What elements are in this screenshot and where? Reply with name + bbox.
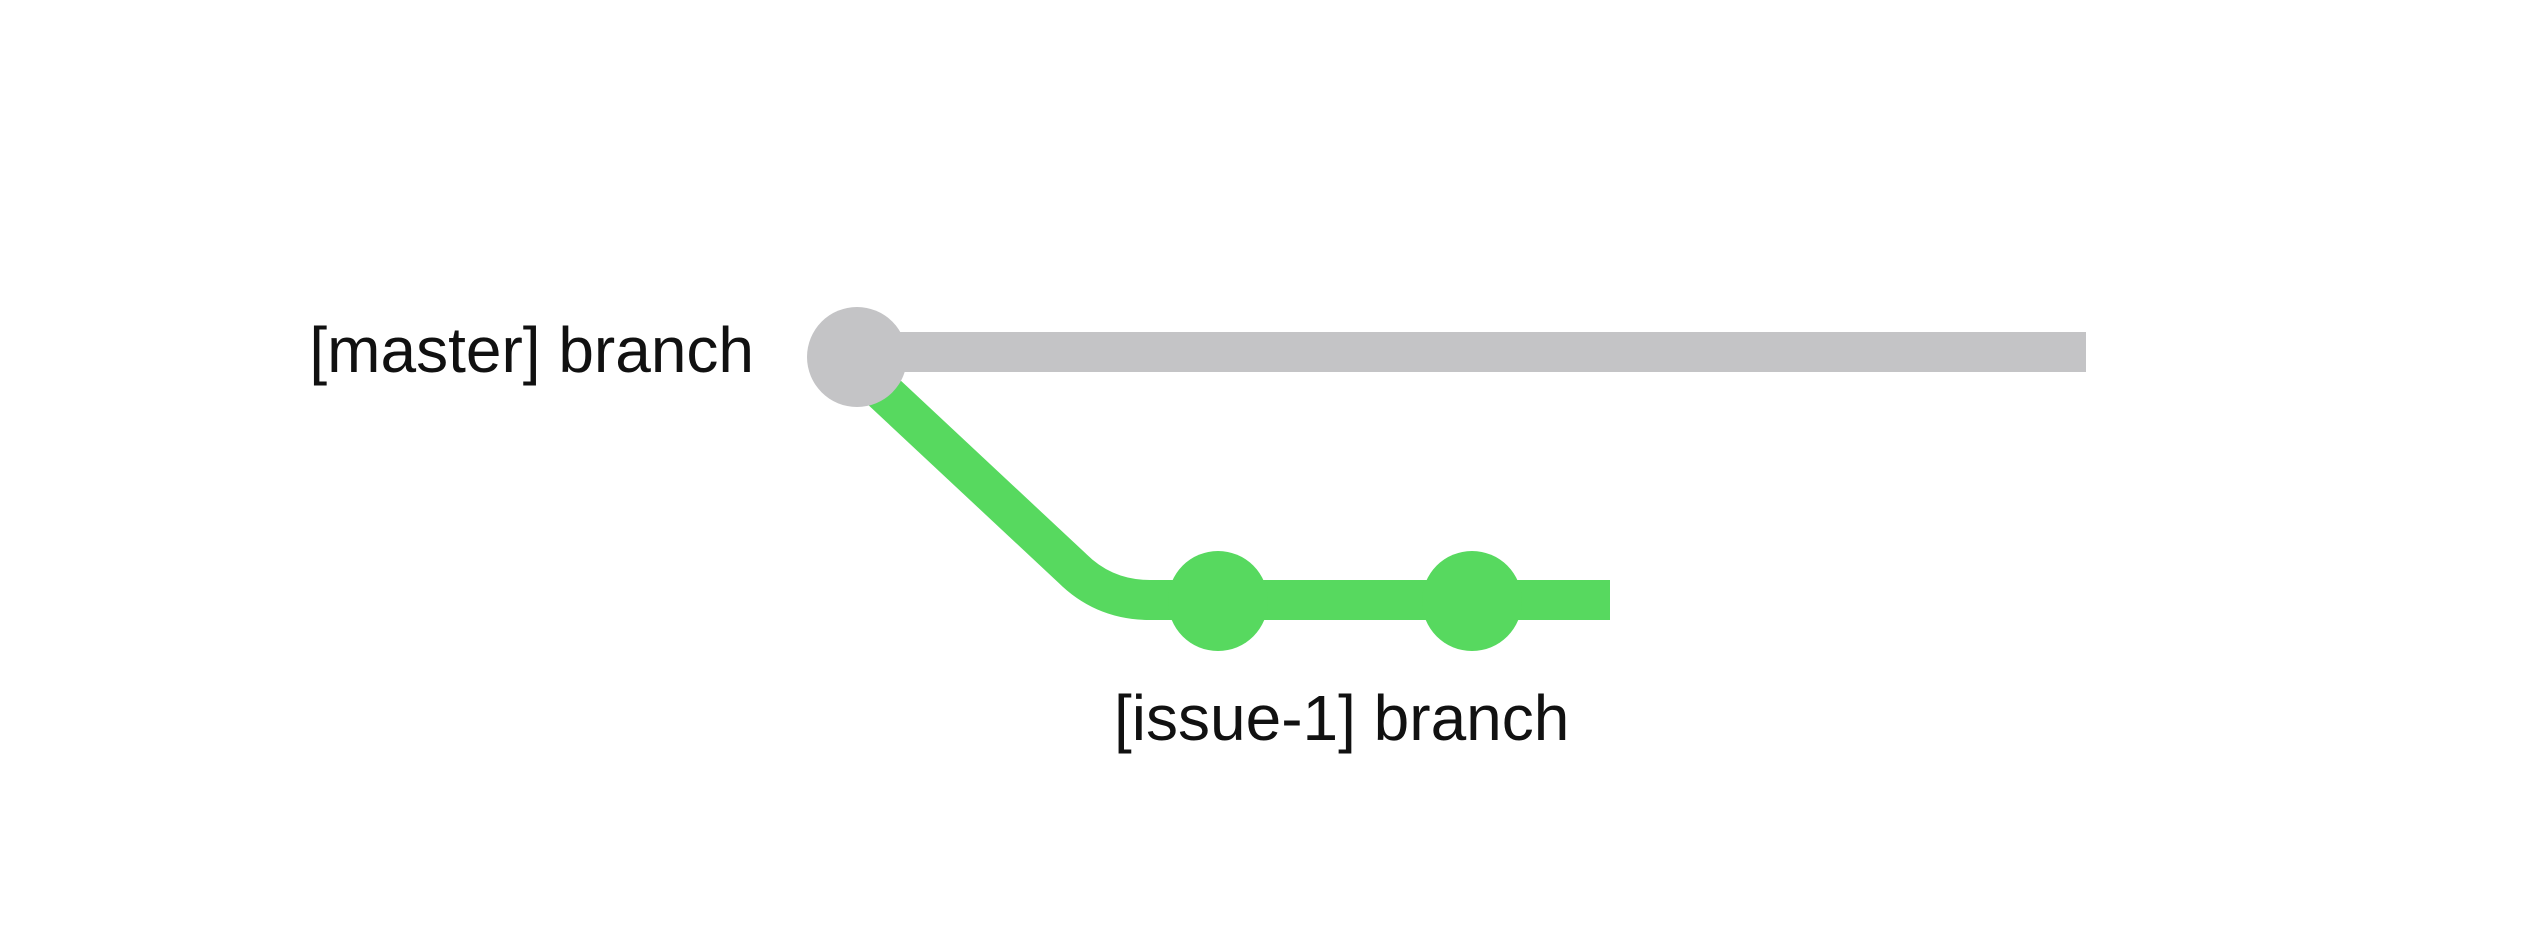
issue-commit-node-2 (1422, 551, 1522, 651)
issue-commit-node-1 (1168, 551, 1268, 651)
issue-branch-label: [issue-1] branch (1114, 682, 1570, 754)
git-branch-diagram: [master] branch [issue-1] branch (0, 0, 2544, 932)
branch-graph (807, 307, 2086, 651)
master-branch-label: [master] branch (309, 314, 754, 386)
master-commit-node (807, 307, 907, 407)
